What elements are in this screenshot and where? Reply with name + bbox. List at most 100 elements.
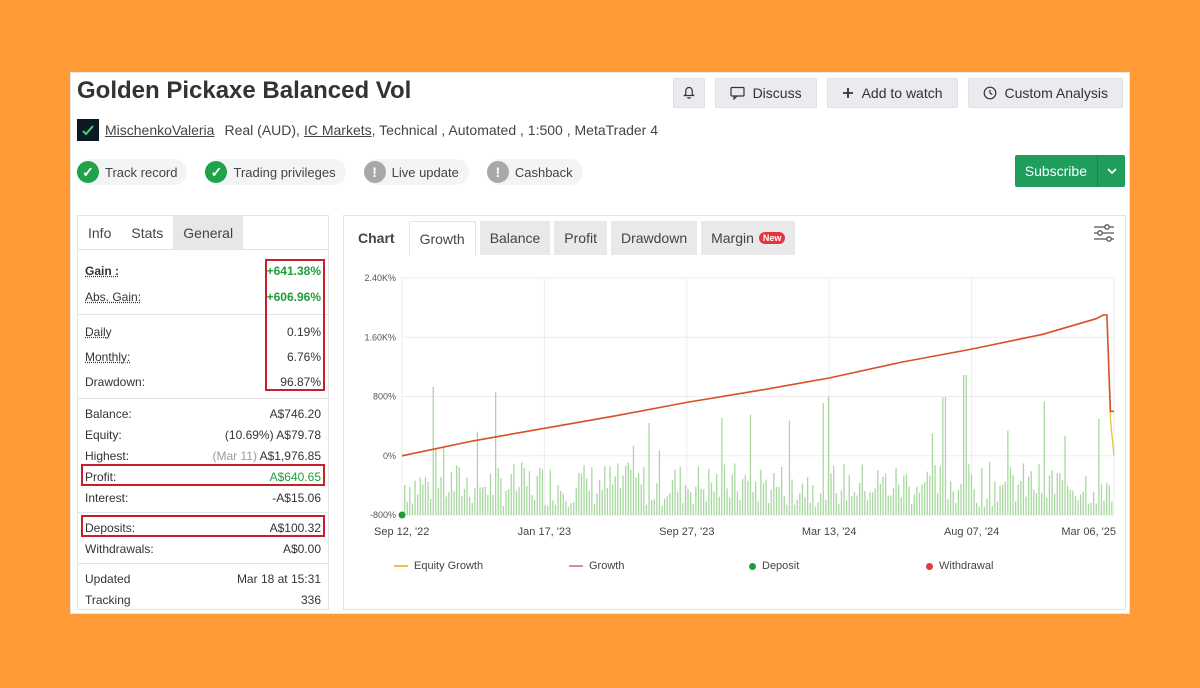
volume-bar — [729, 497, 731, 515]
subscribe-label: Subscribe — [1024, 163, 1087, 179]
volume-bar — [944, 397, 947, 515]
volume-bar — [833, 465, 835, 515]
custom-analysis-button[interactable]: Custom Analysis — [967, 78, 1123, 108]
volume-bar — [1098, 419, 1100, 515]
tab-stats[interactable]: Stats — [121, 216, 173, 249]
stat-label: Highest: — [85, 448, 130, 463]
volume-bar — [963, 375, 965, 515]
volume-bar — [981, 467, 983, 515]
volume-bar — [916, 486, 918, 515]
volume-bar — [1059, 473, 1061, 515]
strategy-meta: MischenkoValeria Real (AUD), IC Markets … — [77, 119, 658, 141]
volume-bar — [952, 491, 954, 515]
discuss-button[interactable]: Discuss — [714, 78, 817, 108]
volume-bar — [955, 502, 957, 515]
volume-bar — [1090, 502, 1092, 515]
volume-bar — [1085, 476, 1087, 515]
bell-icon — [682, 86, 695, 99]
y-tick-label: -800% — [370, 510, 396, 520]
avatar[interactable] — [77, 119, 99, 141]
volume-bar — [778, 487, 780, 515]
volume-bar — [1095, 503, 1097, 515]
volume-bar — [734, 463, 736, 515]
volume-bar — [541, 469, 544, 515]
page-title: Golden Pickaxe Balanced Vol — [77, 77, 412, 104]
legend-equity-growth[interactable]: Equity Growth — [394, 560, 569, 572]
chevron-down-icon[interactable] — [1097, 155, 1125, 187]
volume-bar — [1035, 492, 1038, 515]
broker-link[interactable]: IC Markets — [304, 122, 372, 138]
volume-bar — [770, 490, 772, 515]
volume-bar — [820, 493, 822, 515]
volume-bar — [562, 493, 564, 515]
legend-label: Growth — [589, 560, 625, 572]
tab-drawdown[interactable]: Drawdown — [610, 221, 698, 255]
volume-bar — [1056, 473, 1058, 515]
stat-row-highest: Highest: (Mar 11) A$1,976.85 — [78, 445, 328, 466]
equity-amount: A$79.78 — [276, 427, 321, 442]
volume-bar — [591, 467, 593, 515]
volume-bar — [931, 433, 934, 515]
volume-bar — [664, 498, 666, 515]
volume-bar — [612, 484, 614, 515]
tab-profit[interactable]: Profit — [554, 221, 607, 255]
tab-info[interactable]: Info — [78, 216, 121, 249]
volume-bar — [411, 503, 414, 515]
add-to-watch-button[interactable]: Add to watch — [826, 78, 958, 108]
stat-label[interactable]: Gain : — [85, 264, 119, 278]
volume-bar — [723, 464, 726, 515]
volume-bar — [726, 488, 728, 515]
volume-bar — [518, 487, 520, 515]
volume-bar — [796, 499, 798, 515]
volume-bar — [523, 467, 525, 515]
stat-label[interactable]: Abs. Gain: — [85, 290, 141, 304]
subscribe-button[interactable]: Subscribe — [1014, 155, 1125, 187]
plus-icon — [842, 88, 853, 98]
volume-bar — [903, 475, 905, 515]
legend-growth[interactable]: Growth — [569, 560, 749, 572]
tab-margin[interactable]: Margin New — [701, 221, 796, 255]
volume-bar — [822, 403, 824, 515]
volume-bar — [744, 475, 746, 515]
legend-deposit[interactable]: Deposit — [749, 560, 926, 572]
volume-bar — [1080, 494, 1082, 515]
legend-dot-swatch — [749, 562, 756, 570]
volume-bar — [674, 469, 676, 515]
volume-bar — [1069, 489, 1071, 515]
volume-bar — [1015, 501, 1017, 515]
sliders-icon — [1094, 224, 1114, 242]
badge-trading-privileges: ✓ Trading privileges — [205, 159, 346, 185]
volume-bar — [513, 463, 515, 515]
volume-bar — [635, 477, 637, 515]
volume-bar — [814, 506, 817, 515]
volume-bar — [926, 471, 928, 515]
volume-bar — [788, 420, 791, 515]
stat-label: Withdrawals: — [85, 541, 154, 556]
add-to-watch-label: Add to watch — [861, 85, 943, 101]
header-actions: Discuss Add to watch Custom Analysis — [672, 78, 1123, 108]
stat-label[interactable]: Monthly: — [85, 350, 130, 364]
volume-bar — [669, 493, 671, 515]
volume-bar — [679, 466, 681, 515]
volume-bar — [536, 475, 538, 515]
tab-growth[interactable]: Growth — [408, 221, 476, 255]
volume-bar — [417, 494, 419, 515]
highest-date: (Mar 11) — [212, 448, 257, 463]
tab-general[interactable]: General — [173, 216, 244, 249]
chart-settings-button[interactable] — [1093, 224, 1115, 247]
volume-bar — [918, 492, 921, 515]
legend-withdrawal[interactable]: Withdrawal — [926, 560, 993, 572]
notification-button[interactable] — [672, 78, 705, 108]
account-type: Real (AUD), — [224, 122, 300, 138]
volume-bar — [466, 477, 468, 515]
volume-bar — [404, 484, 406, 515]
volume-bar — [783, 495, 785, 515]
volume-bar — [508, 489, 510, 515]
volume-bar — [747, 480, 749, 515]
highlight-box-profit — [81, 464, 325, 486]
tab-balance[interactable]: Balance — [479, 221, 551, 255]
volume-bar — [1054, 493, 1056, 515]
volume-bar — [443, 447, 445, 515]
author-link[interactable]: MischenkoValeria — [105, 122, 214, 138]
stat-label[interactable]: Daily — [85, 325, 112, 339]
